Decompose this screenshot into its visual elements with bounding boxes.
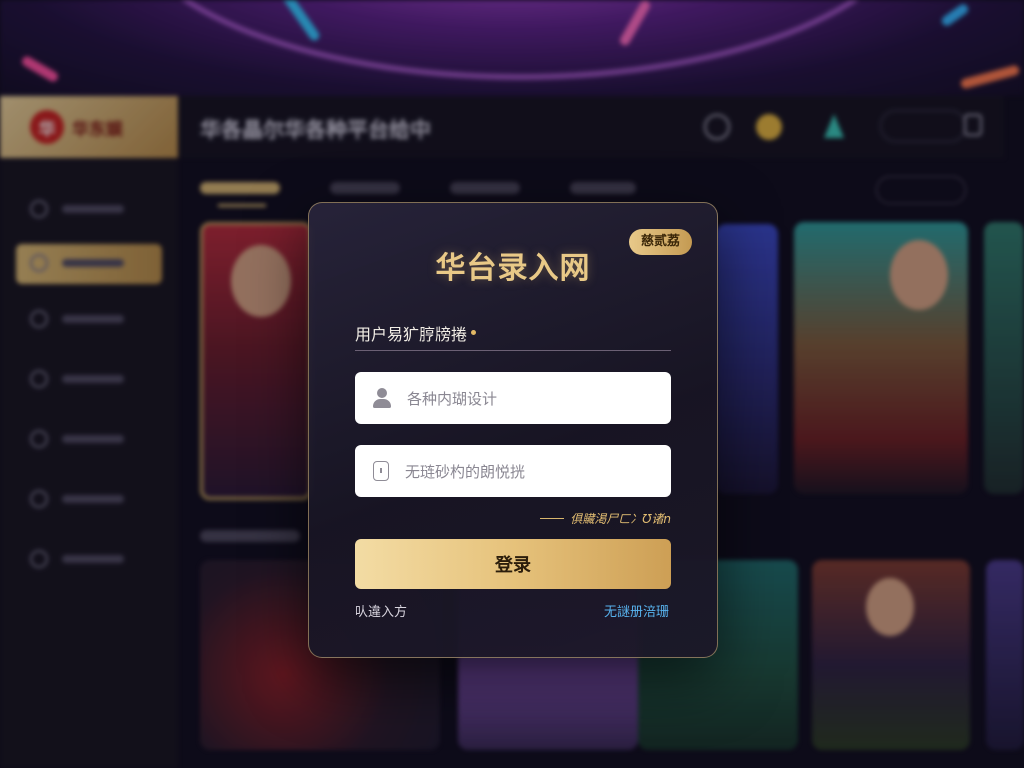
quick-entry-link[interactable]: 㕥違入方	[355, 601, 407, 620]
field-label-row: 用户易犷脝牓捲	[355, 321, 671, 351]
password-input[interactable]: 无琏砂杓的朗悦挄	[355, 445, 671, 497]
username-placeholder: 各种内瑚设计	[407, 389, 498, 408]
password-placeholder: 无琏砂杓的朗悦挄	[405, 462, 526, 481]
forgot-password-link[interactable]: 俱贜渇尸ㄈ冫Ʊ诸n	[570, 510, 671, 527]
modal-title: 华台录入网	[435, 251, 591, 286]
field-label: 用户易犷脝牓捲	[355, 325, 468, 344]
login-modal: 慈贰荔 华台录入网 用户易犷脝牓捲 各种内瑚设计 无琏砂杓的朗悦挄 俱贜渇尸ㄈ冫…	[308, 202, 718, 658]
required-dot	[471, 330, 477, 335]
forgot-divider	[540, 517, 565, 519]
lock-icon	[373, 461, 389, 481]
login-button[interactable]: 登录	[355, 539, 671, 589]
username-input[interactable]: 各种内瑚设计	[355, 372, 671, 424]
user-icon	[373, 388, 391, 408]
register-link[interactable]: 无謎册涪珊	[604, 601, 669, 620]
forgot-row: 俱贜渇尸ㄈ冫Ʊ诸n	[355, 509, 671, 527]
